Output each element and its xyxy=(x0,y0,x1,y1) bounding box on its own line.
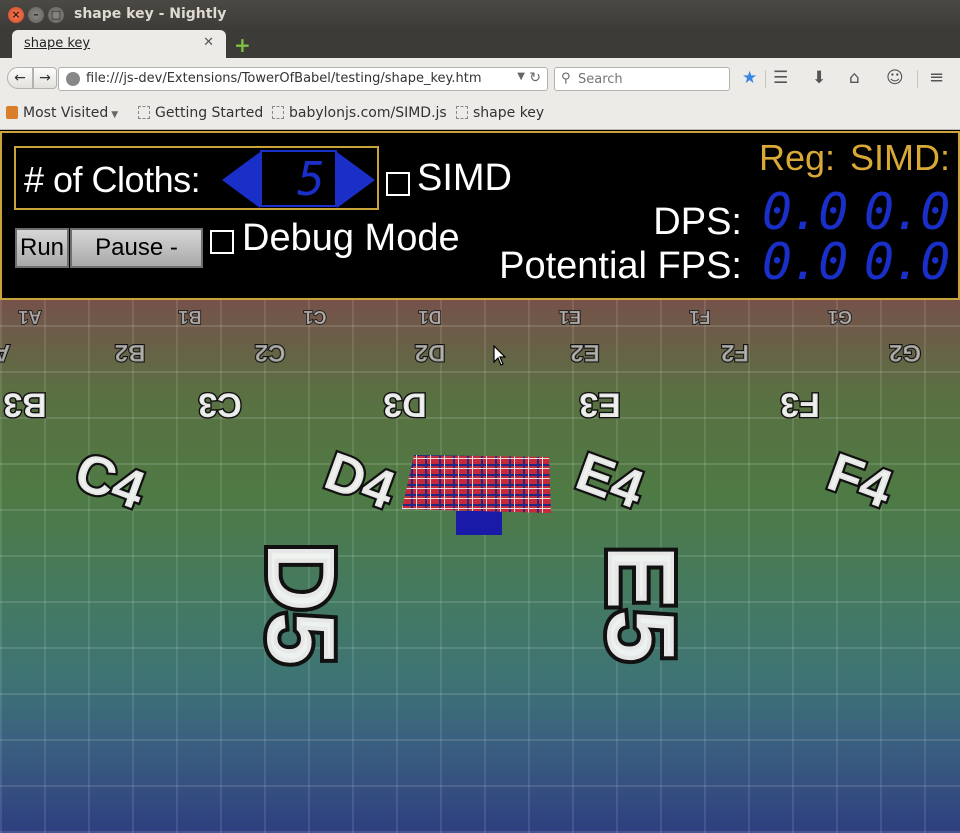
grid-cell-label: D1 xyxy=(418,307,441,327)
bookmark-label: babylonjs.com/SIMD.js xyxy=(289,105,447,121)
grid-cell-label: C4 xyxy=(67,441,152,521)
dps-label: DPS: xyxy=(653,201,742,243)
reg-column-header: Reg: xyxy=(759,137,836,178)
page-content: A1 B1 C1 D1 E1 F1 G1 A2 B2 C2 D2 E2 F2 G2 B3 C3 D3 E3 F3 C4… xyxy=(0,131,960,833)
potential-fps-label: Potential FPS: xyxy=(499,245,742,287)
grid-cell-label: B2 xyxy=(115,339,146,366)
grid-cell-label: C3 xyxy=(198,385,241,423)
grid-cell-label: G1 xyxy=(828,307,852,327)
grid-cell-label: F2 xyxy=(721,339,749,366)
forward-button[interactable]: → xyxy=(33,67,57,89)
grid-cell-label: D3 xyxy=(383,385,426,423)
scene-labels: A1 B1 C1 D1 E1 F1 G1 A2 B2 C2 D2 E2 F2 G2 B3 C3 D3 E3 F3 C4… xyxy=(0,306,922,669)
grid-cell-label: D4 xyxy=(317,441,402,521)
grid-cell-label: C2 xyxy=(255,339,286,366)
pause-play-button[interactable]: Pause - Play xyxy=(70,228,203,297)
bookmark-label: Getting Started xyxy=(155,105,264,121)
grid-cell-label: E3 xyxy=(579,385,621,423)
debug-mode-label: Debug Mode xyxy=(242,217,460,259)
social-icon[interactable]: ☺ xyxy=(886,68,904,88)
render-canvas[interactable]: A1 B1 C1 D1 E1 F1 G1 A2 B2 C2 D2 E2 F2 G2 B3 C3 D3 E3 F3 C4… xyxy=(0,281,960,833)
back-button[interactable]: ← xyxy=(7,67,33,89)
hud-panel: # of Cloths: 5 SIMD Run Pause - Play Deb… xyxy=(0,131,960,300)
fps-simd-value: 0.0 xyxy=(864,233,950,291)
close-window-button[interactable]: × xyxy=(8,7,24,23)
bookmark-star-icon[interactable]: ★ xyxy=(742,68,757,88)
grid-cell-label: F1 xyxy=(689,307,710,327)
close-tab-icon[interactable]: ✕ xyxy=(203,35,214,50)
menu-icon[interactable]: ≡ xyxy=(929,68,944,88)
page-icon xyxy=(272,106,284,119)
bookmark-label: Most Visited xyxy=(23,105,109,121)
bookmark-label: shape key xyxy=(473,105,545,121)
url-bar[interactable]: file:///js-dev/Extensions/TowerOfBabel/t… xyxy=(58,67,548,91)
grid-cell-label: D2 xyxy=(415,339,446,366)
grid-cell-label: B1 xyxy=(178,307,201,327)
url-text: file:///js-dev/Extensions/TowerOfBabel/t… xyxy=(86,71,482,86)
page-icon xyxy=(138,106,150,119)
simd-column-header: SIMD: xyxy=(850,137,951,178)
cloth-support-block xyxy=(456,511,502,535)
home-icon[interactable]: ⌂ xyxy=(849,68,860,88)
search-bar[interactable]: ⚲ xyxy=(554,67,730,91)
run-button[interactable]: Run xyxy=(15,228,69,268)
simd-checkbox[interactable] xyxy=(386,172,410,196)
new-tab-button[interactable]: + xyxy=(234,33,251,57)
grid-cell-label: A1 xyxy=(18,307,41,327)
cloth-count-control: # of Cloths: 5 xyxy=(14,146,379,210)
simd-checkbox-label: SIMD xyxy=(417,157,512,199)
reload-icon[interactable]: ↻ xyxy=(529,70,541,86)
grid-cell-label: F4 xyxy=(820,442,900,520)
increase-cloths-button[interactable] xyxy=(337,152,375,208)
maximize-window-button[interactable]: □ xyxy=(48,7,64,23)
bookmark-getting-started[interactable]: Getting Started xyxy=(138,105,263,121)
history-dropdown-icon[interactable]: ▼ xyxy=(517,71,525,82)
minimize-window-button[interactable]: – xyxy=(28,7,44,23)
toolbar-separator xyxy=(765,70,766,88)
page-icon xyxy=(456,106,468,119)
grid-cell-label: C1 xyxy=(303,307,326,327)
bookmarks-toolbar: Most Visited ▼ Getting Started babylonjs.… xyxy=(0,98,960,130)
grid-cell-label: F3 xyxy=(780,385,820,423)
reading-list-icon[interactable]: ☰ xyxy=(773,68,788,88)
bookmark-most-visited[interactable]: Most Visited ▼ xyxy=(6,105,118,121)
grid-cell-label: G2 xyxy=(889,339,921,366)
bookmark-shape-key[interactable]: shape key xyxy=(456,105,544,121)
bookmark-babylonjs-simd[interactable]: babylonjs.com/SIMD.js xyxy=(272,105,447,121)
tab-label: shape key xyxy=(24,36,91,51)
mouse-cursor-icon xyxy=(493,345,507,366)
window-titlebar: × – □ shape key - Nightly xyxy=(0,0,960,30)
tab-shape-key[interactable]: shape key ✕ xyxy=(12,30,226,58)
grid-cell-label: E5 xyxy=(587,545,694,662)
grid-cell-label: B3 xyxy=(3,385,46,423)
decrease-cloths-button[interactable] xyxy=(222,152,260,208)
search-icon: ⚲ xyxy=(561,71,571,86)
downloads-icon[interactable]: ⬇ xyxy=(812,68,826,88)
folder-icon xyxy=(6,106,18,119)
tab-strip: shape key ✕ + xyxy=(0,30,960,58)
plaid-cloth xyxy=(402,455,551,513)
fps-reg-value: 0.0 xyxy=(762,233,848,291)
search-input[interactable] xyxy=(578,70,723,88)
grid-cell-label: E2 xyxy=(570,339,599,366)
toolbar-separator xyxy=(917,70,918,88)
grid-cell-label: D5 xyxy=(247,543,354,666)
grid-cell-label: A2 xyxy=(0,339,10,366)
window-title: shape key - Nightly xyxy=(74,6,227,22)
grid-cell-label: E1 xyxy=(559,307,581,327)
navigation-toolbar: ← → file:///js-dev/Extensions/TowerOfBab… xyxy=(0,58,960,98)
globe-icon xyxy=(66,72,80,86)
chevron-down-icon: ▼ xyxy=(111,110,119,120)
cloth-count-label: # of Cloths: xyxy=(24,159,201,200)
debug-mode-checkbox[interactable] xyxy=(210,230,234,254)
grid-cell-label: E4 xyxy=(569,442,652,521)
cloth-count-display: 5 xyxy=(260,150,337,207)
